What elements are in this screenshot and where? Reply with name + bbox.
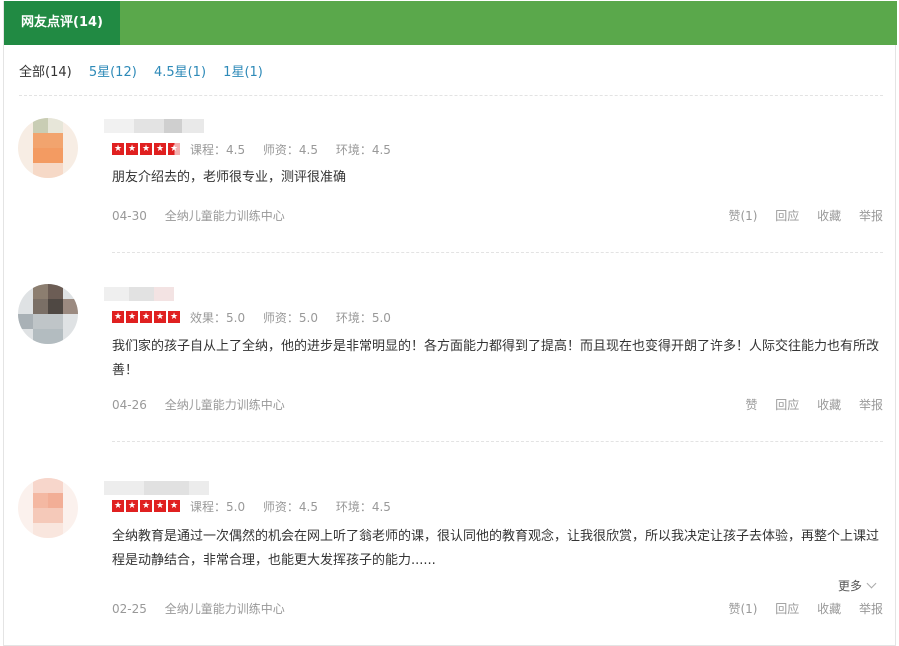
star-rating: ★ ★ ★ ★ ★ [112,143,182,155]
star-icon: ★ [112,311,124,323]
review-meta: 04-26 全纳儿童能力训练中心 [112,396,285,413]
like-button[interactable]: 赞(1) [728,602,757,616]
review-actions: 赞(1) 回应 收藏 举报 [714,207,883,224]
star-icon: ★ [112,143,124,155]
favorite-button[interactable]: 收藏 [817,209,841,223]
score-breakdown: 课程：4.5 师资：4.5 环境：4.5 [190,141,405,158]
score-item: 环境：4.5 [335,143,391,157]
rating-filters: 全部(14) 5星(12) 4.5星(1) 1星(1) [19,61,276,81]
tab-reviews[interactable]: 网友点评(14) [4,1,120,45]
like-button[interactable]: 赞 [745,398,757,412]
score-item: 环境：4.5 [335,500,391,514]
divider [112,441,883,442]
review-date: 02-25 [112,602,147,616]
reply-button[interactable]: 回应 [775,602,799,616]
score-item: 师资：4.5 [262,500,319,514]
filter-all[interactable]: 全部(14) [19,61,72,80]
star-half-icon: ★ [168,143,180,155]
star-rating: ★ ★ ★ ★ ★ [112,500,182,512]
score-item: 师资：5.0 [262,311,319,325]
more-button[interactable]: 更多 [837,577,877,594]
avatar[interactable] [18,284,78,344]
star-icon: ★ [154,143,166,155]
avatar[interactable] [18,118,78,178]
review-text: 我们家的孩子自从上了全纳，他的进步是非常明显的！各方面能力都得到了提高！而且现在… [112,339,880,378]
reviewer-name-blurred [104,481,209,495]
star-rating: ★ ★ ★ ★ ★ [112,311,182,323]
star-icon: ★ [112,500,124,512]
review-date: 04-26 [112,398,147,412]
star-icon: ★ [126,500,138,512]
star-icon: ★ [168,311,180,323]
reviewer-name-blurred [104,119,209,133]
star-icon: ★ [154,500,166,512]
school-link[interactable]: 全纳儿童能力训练中心 [165,602,285,616]
reviews-header: 网友点评(14) [4,1,897,45]
score-item: 师资：4.5 [262,143,319,157]
score-item: 课程：5.0 [190,500,246,514]
review-meta: 04-30 全纳儿童能力训练中心 [112,207,285,224]
score-breakdown: 效果：5.0 师资：5.0 环境：5.0 [190,309,405,326]
filter-4-5-star[interactable]: 4.5星(1) [154,61,206,80]
reply-button[interactable]: 回应 [775,209,799,223]
star-icon: ★ [168,500,180,512]
star-icon: ★ [126,311,138,323]
score-breakdown: 课程：5.0 师资：4.5 环境：4.5 [190,498,405,515]
star-icon: ★ [140,500,152,512]
star-icon: ★ [140,311,152,323]
report-button[interactable]: 举报 [859,602,883,616]
star-icon: ★ [140,143,152,155]
filter-5-star[interactable]: 5星(12) [89,61,137,80]
star-icon: ★ [126,143,138,155]
report-button[interactable]: 举报 [859,398,883,412]
reviews-panel: 网友点评(14) 全部(14) 5星(12) 4.5星(1) 1星(1) ★ ★ ★… [3,1,897,646]
review-text: 全纳教育是通过一次偶然的机会在网上听了翁老师的课，很认同他的教育观念，让我很欣赏… [112,529,880,568]
review-date: 04-30 [112,209,147,223]
divider [112,252,883,253]
score-item: 环境：5.0 [335,311,391,325]
favorite-button[interactable]: 收藏 [817,398,841,412]
report-button[interactable]: 举报 [859,209,883,223]
reply-button[interactable]: 回应 [775,398,799,412]
score-item: 效果：5.0 [190,311,246,325]
school-link[interactable]: 全纳儿童能力训练中心 [165,398,285,412]
more-label: 更多 [837,579,862,593]
reviewer-name-blurred [104,287,209,301]
review-actions: 赞(1) 回应 收藏 举报 [714,600,883,617]
score-item: 课程：4.5 [190,143,246,157]
favorite-button[interactable]: 收藏 [817,602,841,616]
school-link[interactable]: 全纳儿童能力训练中心 [165,209,285,223]
review-actions: 赞 回应 收藏 举报 [731,396,883,413]
avatar[interactable] [18,478,78,538]
star-icon: ★ [154,311,166,323]
chevron-down-icon [866,578,877,589]
divider [19,95,883,96]
like-button[interactable]: 赞(1) [728,209,757,223]
filter-1-star[interactable]: 1星(1) [223,61,263,80]
review-meta: 02-25 全纳儿童能力训练中心 [112,600,285,617]
review-text: 朋友介绍去的，老师很专业，测评很准确 [112,170,347,185]
